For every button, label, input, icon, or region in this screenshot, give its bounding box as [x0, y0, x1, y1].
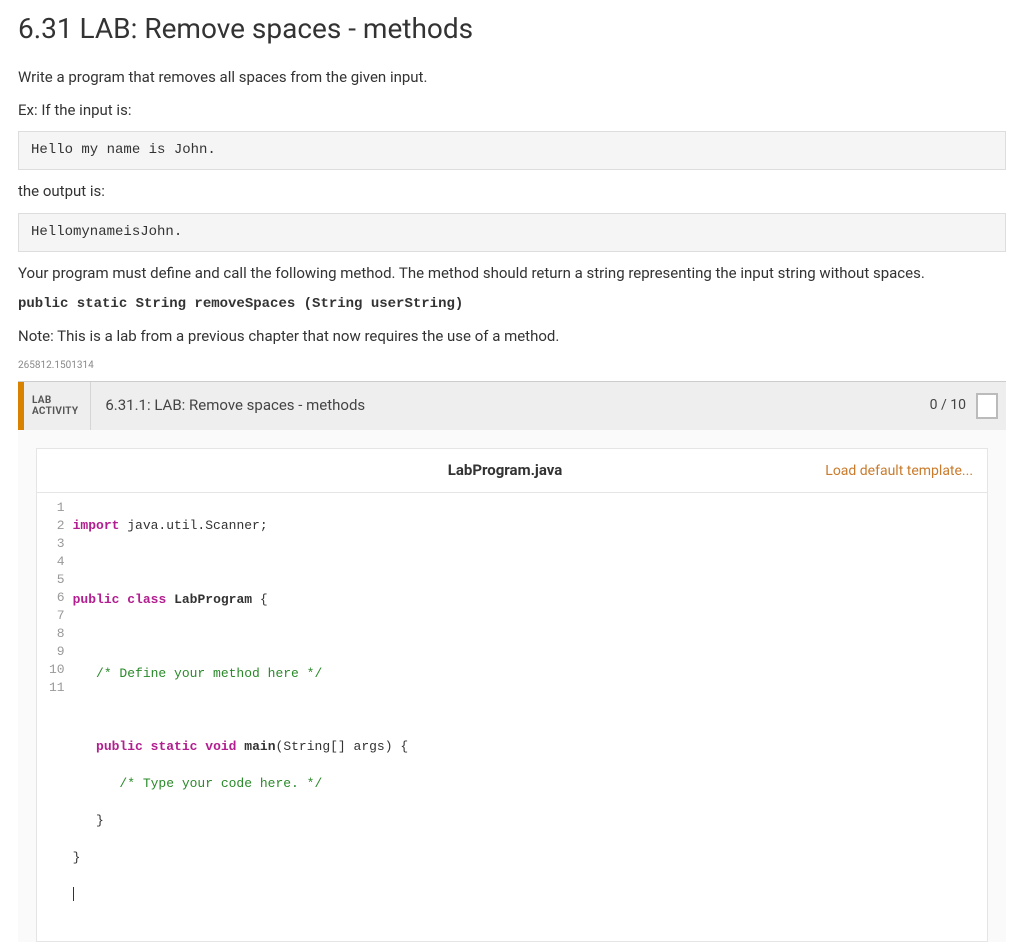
example-output-box: HellomynameisJohn. [18, 213, 1006, 252]
code-content[interactable]: import java.util.Scanner; public class L… [73, 499, 987, 942]
score-text: 0 / 10 [930, 395, 966, 416]
assignment-id: 265812.1501314 [18, 358, 1006, 373]
page-title: 6.31 LAB: Remove spaces - methods [18, 8, 1006, 50]
example-input-box: Hello my name is John. [18, 131, 1006, 170]
file-header: LabProgram.java Load default template... [36, 448, 988, 492]
activity-label-bottom: ACTIVITY [32, 406, 78, 417]
method-signature: public static String removeSpaces (Strin… [18, 294, 1006, 315]
note-line: Note: This is a lab from a previous chap… [18, 325, 1006, 348]
activity-type-label: LAB ACTIVITY [24, 382, 90, 430]
activity-label-top: LAB [32, 395, 78, 406]
activity-score: 0 / 10 [922, 382, 1006, 430]
code-editor[interactable]: 1 2 3 4 5 6 7 8 9 10 11 import java.util… [36, 492, 988, 942]
example-input-label: Ex: If the input is: [18, 99, 1006, 122]
activity-header: LAB ACTIVITY 6.31.1: LAB: Remove spaces … [18, 382, 1006, 430]
load-default-template-link[interactable]: Load default template... [825, 463, 973, 479]
activity-title: 6.31.1: LAB: Remove spaces - methods [90, 382, 921, 430]
score-box-icon [976, 393, 998, 419]
file-name: LabProgram.java [448, 459, 563, 482]
example-output-label: the output is: [18, 180, 1006, 203]
method-description: Your program must define and call the fo… [18, 262, 1006, 285]
instruction-line: Write a program that removes all spaces … [18, 66, 1006, 89]
text-cursor-icon [73, 887, 74, 901]
line-gutter: 1 2 3 4 5 6 7 8 9 10 11 [37, 499, 73, 942]
